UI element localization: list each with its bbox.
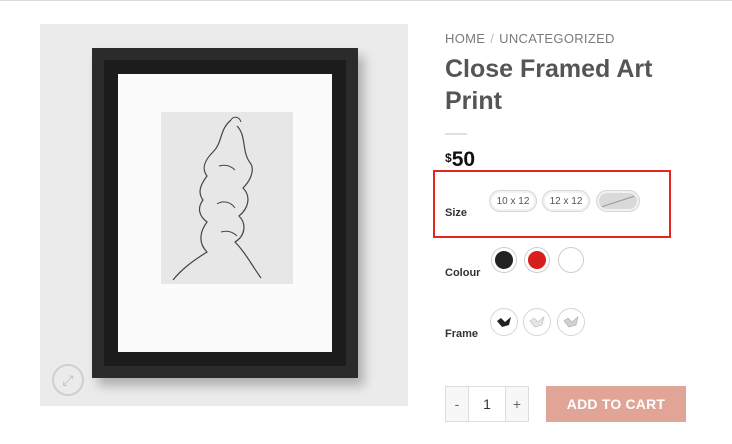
breadcrumb: HOME / UNCATEGORIZED <box>445 31 615 46</box>
breadcrumb-home[interactable]: HOME <box>445 31 485 46</box>
price-amount: 50 <box>451 148 476 171</box>
colour-swatch-black[interactable] <box>492 248 516 272</box>
colour-label: Colour <box>445 267 481 279</box>
product-price: $50 <box>445 148 475 172</box>
size-option-unavailable <box>596 190 640 212</box>
black-frame-icon <box>497 317 511 327</box>
line-art-drawing <box>161 112 293 284</box>
colour-swatch-red[interactable] <box>525 248 549 272</box>
breadcrumb-category[interactable]: UNCATEGORIZED <box>499 31 615 46</box>
framed-print-image <box>92 48 358 378</box>
quantity-stepper: - 1 + <box>445 386 529 422</box>
top-divider <box>0 0 732 1</box>
breadcrumb-separator: / <box>490 31 495 46</box>
product-image[interactable]: ⤢ <box>40 24 408 406</box>
size-label: Size <box>445 207 468 219</box>
product-title: Close Framed Art Print <box>445 55 653 115</box>
title-divider <box>445 133 467 135</box>
line-art-icon <box>172 116 262 281</box>
colour-swatch-white[interactable] <box>559 248 583 272</box>
light-frame-icon <box>563 316 579 328</box>
white-frame-icon <box>529 316 545 328</box>
size-option-10x12[interactable]: 10 x 12 <box>489 190 537 212</box>
frame-option-light[interactable] <box>557 308 585 336</box>
quantity-increase-button[interactable]: + <box>506 387 528 421</box>
quantity-decrease-button[interactable]: - <box>446 387 468 421</box>
quantity-input[interactable]: 1 <box>468 387 506 421</box>
frame-label: Frame <box>445 328 479 340</box>
size-option-12x12[interactable]: 12 x 12 <box>542 190 590 212</box>
frame-option-white[interactable] <box>523 308 551 336</box>
frame-option-black[interactable] <box>490 308 518 336</box>
add-to-cart-button[interactable]: ADD TO CART <box>546 386 686 422</box>
expand-icon[interactable]: ⤢ <box>52 364 84 396</box>
price-currency: $ <box>445 151 452 165</box>
